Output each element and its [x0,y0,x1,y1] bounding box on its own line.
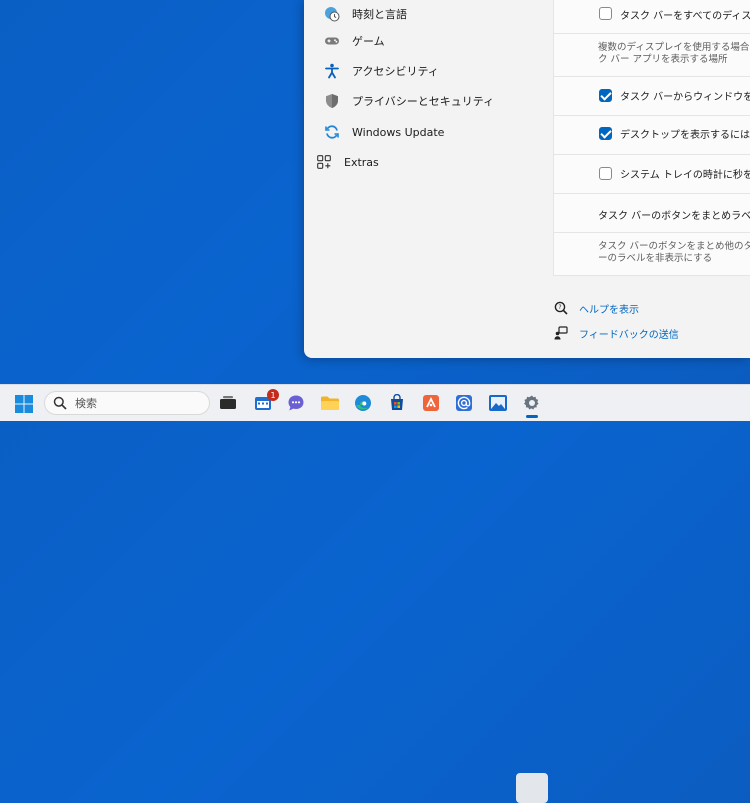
gear-icon [524,395,539,410]
taskbar-file-explorer[interactable] [320,393,340,413]
multi-display-description: 複数のディスプレイを使用する場合に タスク バー アプリを表示する場所 [598,42,750,65]
setting-row-share-window[interactable]: タスク バーからウィンドウを共有す [553,77,750,116]
all-displays-checkbox[interactable] [599,7,612,20]
setting-row-multi-display[interactable]: 複数のディスプレイを使用する場合に タスク バー アプリを表示する場所 [553,34,750,77]
taskbar-chat-app[interactable] [286,393,306,413]
sidebar-item-gaming[interactable]: ゲーム [316,27,552,55]
sidebar-item-extras[interactable]: Extras [316,148,552,176]
feedback-person-icon [553,325,569,341]
windows-logo-icon [15,395,33,413]
help-search-icon: ? [553,300,569,316]
help-link-label[interactable]: ヘルプを表示 [579,301,639,316]
sidebar-item-label: アクセシビリティ [352,65,439,78]
shield-icon [324,93,340,109]
setting-row-combine-other[interactable]: タスク バーのボタンをまとめ他のタスク バーのラベルを非表示にする [553,233,750,276]
search-icon [53,396,67,410]
task-view-button[interactable] [218,393,238,413]
show-desktop-label: デスクトップを表示するには、タス [620,130,750,141]
sidebar-item-privacy-security[interactable]: プライバシーとセキュリティ [316,87,552,115]
taskbar-photos-app[interactable] [488,393,508,413]
sidebar-item-time-language[interactable]: 時刻と言語 [316,0,552,28]
orange-app-icon [423,395,439,411]
at-sign-icon [456,395,472,411]
svg-text:?: ? [558,304,561,311]
edge-browser-icon [355,395,371,411]
sync-icon [324,124,340,140]
feedback-link[interactable]: フィードバックの送信 [553,324,679,342]
taskbar-edge-browser[interactable] [353,393,373,413]
sidebar-item-label: 時刻と言語 [352,8,407,21]
taskbar-mail-app[interactable]: 1 [253,389,279,413]
setting-row-all-displays[interactable]: タスク バーをすべてのディスプレイ [553,0,750,34]
sidebar-item-label: Extras [344,155,379,169]
search-placeholder: 検索 [75,397,97,410]
taskbar: 検索 1 [0,384,750,803]
sidebar-item-label: ゲーム [352,35,385,48]
folder-icon [321,396,339,410]
share-window-checkbox[interactable] [599,89,612,102]
taskbar-search-box[interactable]: 検索 [44,391,210,415]
taskbar-behaviors-panel: タスク バーをすべてのディスプレイ 複数のディスプレイを使用する場合に タスク … [553,0,750,358]
start-button[interactable] [15,395,33,413]
setting-row-combine-buttons[interactable]: タスク バーのボタンをまとめラベルを非 [553,194,750,233]
task-view-icon [220,396,236,409]
taskbar-orange-app[interactable] [421,393,441,413]
tray-seconds-label: システム トレイの時計に秒を表示 [620,170,750,181]
active-app-highlight [516,773,548,803]
sidebar-item-label: Windows Update [352,125,445,139]
help-link[interactable]: ? ヘルプを表示 [553,299,639,317]
gamepad-icon [324,33,340,49]
settings-sidebar: 時刻と言語 ゲーム アクセシビリティ プライバシーとセキュリティ Windows… [304,0,552,358]
show-desktop-checkbox[interactable] [599,127,612,140]
share-window-label: タスク バーからウィンドウを共有す [620,92,750,103]
all-displays-label: タスク バーをすべてのディスプレイ [620,11,750,22]
feedback-link-label[interactable]: フィードバックの送信 [579,326,679,341]
settings-window: 時刻と言語 ゲーム アクセシビリティ プライバシーとセキュリティ Windows… [304,0,750,358]
accessibility-icon [324,63,340,79]
setting-row-show-desktop[interactable]: デスクトップを表示するには、タス [553,116,750,155]
notification-badge: 1 [267,389,279,401]
active-app-indicator [526,415,538,418]
photos-icon [489,395,507,411]
taskbar-settings-app[interactable] [522,393,542,413]
taskbar-microsoft-store[interactable] [387,393,407,413]
sidebar-item-accessibility[interactable]: アクセシビリティ [316,57,552,85]
globe-clock-icon [324,6,340,22]
combine-other-description: タスク バーのボタンをまとめ他のタスク バーのラベルを非表示にする [598,241,750,264]
setting-row-tray-seconds[interactable]: システム トレイの時計に秒を表示 [553,155,750,194]
taskbar-at-app[interactable] [454,393,474,413]
chat-icon [288,395,304,411]
tray-seconds-checkbox[interactable] [599,167,612,180]
sidebar-item-label: プライバシーとセキュリティ [352,95,495,108]
sidebar-item-windows-update[interactable]: Windows Update [316,118,552,146]
store-icon [391,394,403,410]
combine-buttons-label: タスク バーのボタンをまとめラベルを非 [598,211,750,222]
grid-add-icon [316,154,332,170]
